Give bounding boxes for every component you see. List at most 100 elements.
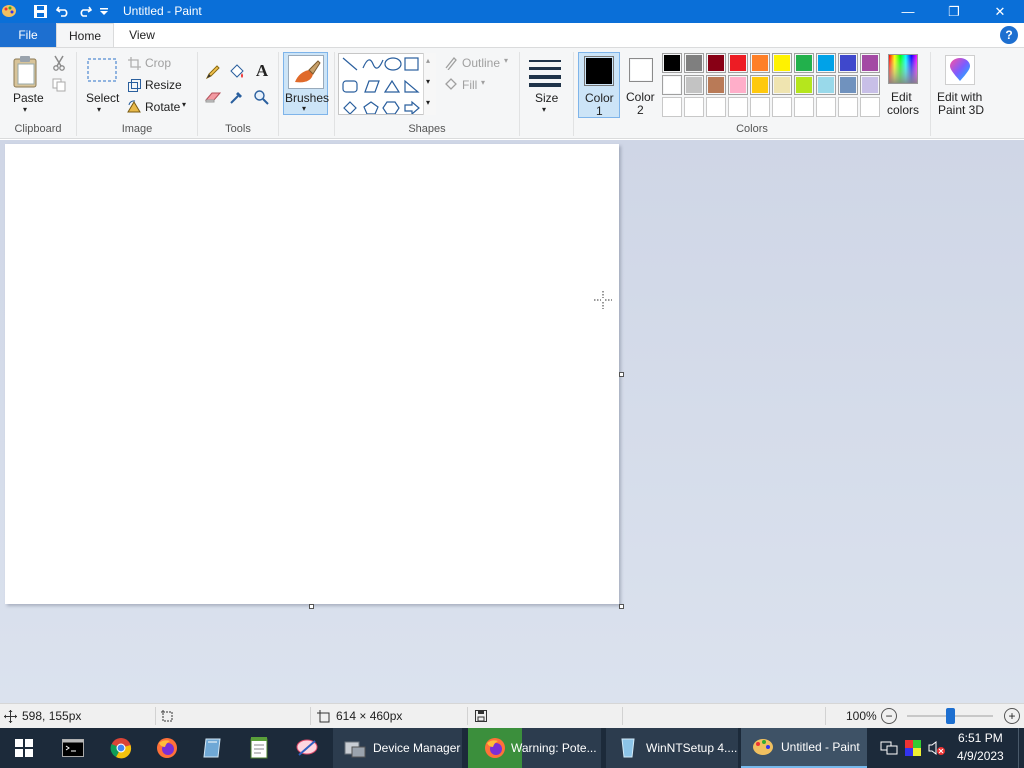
canvas-resize-handle-right[interactable] bbox=[619, 372, 624, 377]
palette-swatch[interactable] bbox=[706, 53, 726, 73]
tab-view[interactable]: View bbox=[114, 23, 170, 47]
scroll-up-icon[interactable]: ▴ bbox=[426, 56, 430, 65]
edit-with-paint3d-button[interactable]: Edit with Paint 3D bbox=[934, 52, 988, 118]
canvas-resize-handle-corner[interactable] bbox=[619, 604, 624, 609]
snipping-taskbar-icon[interactable] bbox=[284, 728, 330, 768]
taskbar-device-manager[interactable]: Device Manager bbox=[333, 728, 462, 768]
crop-icon[interactable] bbox=[127, 56, 141, 70]
show-desktop-button[interactable] bbox=[1018, 728, 1024, 768]
eraser-icon[interactable] bbox=[204, 88, 222, 106]
firefox-taskbar-icon[interactable] bbox=[144, 728, 190, 768]
cut-icon[interactable] bbox=[50, 54, 68, 72]
palette-swatch[interactable] bbox=[706, 75, 726, 95]
palette-swatch[interactable] bbox=[750, 75, 770, 95]
shapes-gallery[interactable] bbox=[338, 53, 436, 116]
undo-icon[interactable] bbox=[55, 3, 71, 19]
drawing-canvas[interactable] bbox=[5, 144, 619, 604]
copy-icon[interactable] bbox=[50, 76, 68, 94]
palette-custom-slot[interactable] bbox=[706, 97, 726, 117]
palette-custom-slot[interactable] bbox=[794, 97, 814, 117]
close-button[interactable]: ✕ bbox=[977, 0, 1023, 23]
palette-swatch[interactable] bbox=[728, 53, 748, 73]
paint-app-icon[interactable] bbox=[1, 3, 17, 19]
palette-swatch[interactable] bbox=[684, 53, 704, 73]
redo-icon[interactable] bbox=[77, 3, 93, 19]
outline-icon[interactable] bbox=[443, 56, 459, 70]
tab-home[interactable]: Home bbox=[56, 23, 114, 47]
color2-button[interactable]: Color 2 bbox=[623, 52, 661, 118]
palette-swatch[interactable] bbox=[794, 53, 814, 73]
palette-swatch[interactable] bbox=[728, 75, 748, 95]
terminal-taskbar-icon[interactable] bbox=[50, 728, 96, 768]
scroll-down-icon[interactable]: ▾ bbox=[426, 77, 430, 86]
paste-icon[interactable] bbox=[10, 54, 42, 90]
network-tray-icon[interactable] bbox=[878, 736, 900, 760]
size-icon[interactable] bbox=[527, 56, 563, 90]
select-icon[interactable] bbox=[86, 56, 118, 84]
taskbar-paint[interactable]: Untitled - Paint bbox=[741, 728, 867, 768]
palette-custom-slot[interactable] bbox=[728, 97, 748, 117]
clock-time[interactable]: 6:51 PM bbox=[958, 731, 1003, 745]
color-picker-icon[interactable] bbox=[228, 88, 246, 106]
palette-custom-slot[interactable] bbox=[860, 97, 880, 117]
pencil-icon[interactable] bbox=[204, 63, 222, 81]
palette-swatch[interactable] bbox=[838, 53, 858, 73]
palette-swatch[interactable] bbox=[750, 53, 770, 73]
save-icon[interactable] bbox=[32, 3, 48, 19]
palette-swatch[interactable] bbox=[816, 75, 836, 95]
edit-colors-button[interactable]: Edit colors bbox=[883, 52, 923, 118]
help-icon[interactable]: ? bbox=[1000, 26, 1018, 44]
palette-custom-slot[interactable] bbox=[750, 97, 770, 117]
palette-swatch[interactable] bbox=[838, 75, 858, 95]
palette-custom-slot[interactable] bbox=[816, 97, 836, 117]
clock-date[interactable]: 4/9/2023 bbox=[957, 749, 1004, 763]
shapes-gallery-scroll[interactable]: ▴ ▾ ▾ bbox=[423, 53, 436, 115]
palette-custom-slot[interactable] bbox=[838, 97, 858, 117]
zoom-slider-thumb[interactable] bbox=[946, 708, 955, 724]
outline-dropdown-arrow[interactable]: ▾ bbox=[504, 56, 508, 65]
paste-label[interactable]: Paste bbox=[13, 91, 44, 105]
select-dropdown-arrow[interactable]: ▾ bbox=[97, 105, 101, 114]
magnifier-icon[interactable] bbox=[252, 88, 270, 106]
taskbar-winntsetup[interactable]: WinNTSetup 4.... bbox=[606, 728, 738, 768]
gallery-expand-icon[interactable]: ▾ bbox=[426, 98, 430, 107]
palette-swatch[interactable] bbox=[662, 53, 682, 73]
resize-icon[interactable] bbox=[127, 78, 141, 92]
zoom-out-button[interactable]: − bbox=[881, 708, 897, 724]
palette-swatch[interactable] bbox=[772, 53, 792, 73]
rotate-label[interactable]: Rotate bbox=[145, 100, 180, 114]
maximize-button[interactable]: ❐ bbox=[931, 0, 977, 23]
brushes-button[interactable]: Brushes ▾ bbox=[283, 52, 329, 115]
notepad-taskbar-icon[interactable] bbox=[236, 728, 282, 768]
fill-icon[interactable] bbox=[443, 77, 459, 91]
outline-label[interactable]: Outline bbox=[462, 56, 500, 70]
palette-custom-slot[interactable] bbox=[662, 97, 682, 117]
select-label[interactable]: Select bbox=[86, 91, 119, 105]
canvas-workspace[interactable] bbox=[0, 140, 1024, 703]
color1-button[interactable]: Color 1 bbox=[578, 52, 620, 118]
canvas-resize-handle-bottom[interactable] bbox=[309, 604, 314, 609]
chrome-taskbar-icon[interactable] bbox=[98, 728, 144, 768]
crop-label[interactable]: Crop bbox=[145, 56, 171, 70]
zoom-in-button[interactable]: + bbox=[1004, 708, 1020, 724]
file-tab[interactable]: File bbox=[0, 23, 56, 47]
palette-custom-slot[interactable] bbox=[772, 97, 792, 117]
palette-custom-slot[interactable] bbox=[684, 97, 704, 117]
palette-swatch[interactable] bbox=[860, 75, 880, 95]
resize-label[interactable]: Resize bbox=[145, 78, 182, 92]
minimize-button[interactable]: — bbox=[885, 0, 931, 23]
palette-swatch[interactable] bbox=[794, 75, 814, 95]
volume-muted-icon[interactable] bbox=[926, 736, 948, 760]
fill-label[interactable]: Fill bbox=[462, 78, 477, 92]
rotate-icon[interactable] bbox=[127, 99, 141, 113]
palette-swatch[interactable] bbox=[662, 75, 682, 95]
paste-dropdown-arrow[interactable]: ▾ bbox=[23, 105, 27, 114]
app-taskbar-icon[interactable] bbox=[190, 728, 236, 768]
palette-swatch[interactable] bbox=[860, 53, 880, 73]
rotate-dropdown-arrow[interactable]: ▾ bbox=[182, 100, 186, 109]
palette-swatch[interactable] bbox=[684, 75, 704, 95]
fill-bucket-icon[interactable] bbox=[228, 63, 246, 81]
start-button-windows-icon[interactable] bbox=[0, 728, 48, 768]
customize-quick-access-icon[interactable] bbox=[96, 3, 112, 19]
fill-dropdown-arrow[interactable]: ▾ bbox=[481, 78, 485, 87]
